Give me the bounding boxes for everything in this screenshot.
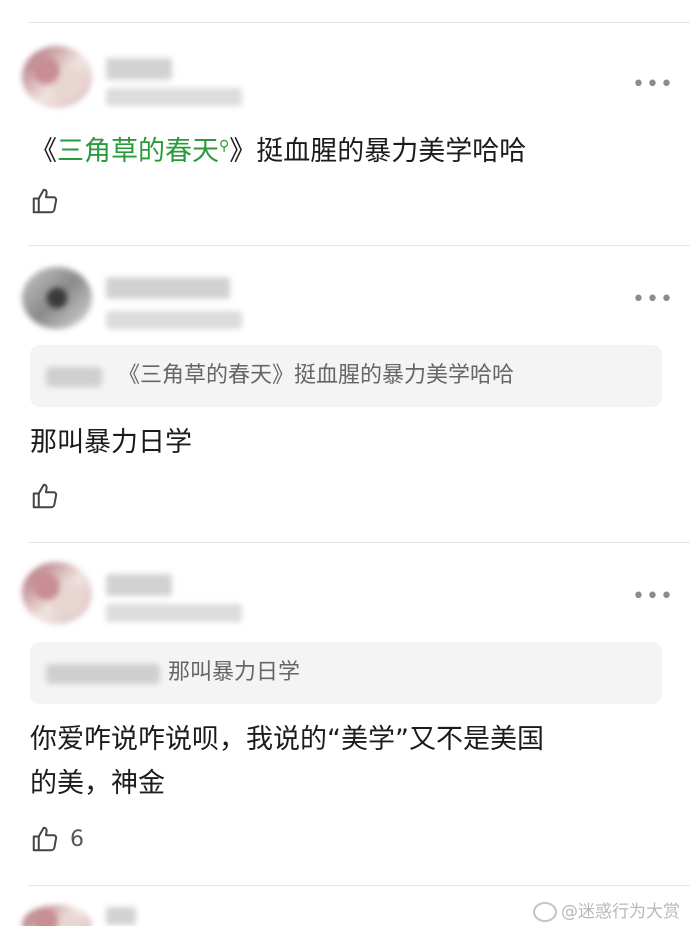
divider xyxy=(28,245,690,246)
thumbs-up-icon[interactable] xyxy=(30,481,60,511)
comment-text-line-2: 的美，神金 xyxy=(30,768,165,799)
weibo-icon xyxy=(533,902,557,922)
watermark: @迷惑行为大赏 xyxy=(533,897,680,922)
like-button[interactable] xyxy=(30,481,70,511)
divider xyxy=(28,885,690,886)
username-blurred[interactable] xyxy=(106,277,230,299)
comment-text-line-1: 你爱咋说咋说呗，我说的“美学”又不是美国 xyxy=(30,724,544,755)
comment-text: 《三角草的春天⚲》挺血腥的暴力美学哈哈 xyxy=(30,124,526,174)
thumbs-up-icon[interactable] xyxy=(30,824,60,854)
quoted-text: 那叫暴力日学 xyxy=(168,660,301,685)
avatar[interactable] xyxy=(22,562,92,624)
avatar[interactable] xyxy=(22,905,92,926)
username-blurred[interactable] xyxy=(106,907,136,925)
search-link[interactable]: 三角草的春天⚲ xyxy=(57,136,229,167)
divider xyxy=(28,542,690,543)
watermark-text: @迷惑行为大赏 xyxy=(561,902,680,922)
more-dots-icon[interactable]: ••• xyxy=(632,74,673,96)
username-blurred[interactable] xyxy=(106,58,172,80)
quoted-username-blurred xyxy=(46,367,102,387)
quoted-reply[interactable]: 《三角草的春天》挺血腥的暴力美学哈哈 xyxy=(30,345,662,407)
comment-text-suffix: 》挺血腥的暴力美学哈哈 xyxy=(229,136,527,167)
like-button[interactable]: 6 xyxy=(30,824,84,854)
comment-text: 那叫暴力日学 xyxy=(30,427,192,458)
timestamp-blurred xyxy=(106,88,242,106)
avatar[interactable] xyxy=(22,46,92,108)
timestamp-blurred xyxy=(106,604,242,622)
search-link-label[interactable]: 三角草的春天 xyxy=(57,136,219,167)
divider xyxy=(28,22,690,23)
avatar[interactable] xyxy=(22,267,92,329)
more-dots-icon[interactable]: ••• xyxy=(632,586,673,608)
more-dots-icon[interactable]: ••• xyxy=(632,289,673,311)
timestamp-blurred xyxy=(106,311,242,329)
username-blurred[interactable] xyxy=(106,574,172,596)
quoted-reply[interactable]: 那叫暴力日学 xyxy=(30,642,662,704)
comment-text-prefix: 《 xyxy=(30,136,57,167)
like-count: 6 xyxy=(70,826,84,852)
thumbs-up-icon[interactable] xyxy=(30,186,60,216)
quoted-username-blurred xyxy=(46,664,160,684)
like-button[interactable] xyxy=(30,186,70,216)
search-icon[interactable]: ⚲ xyxy=(219,138,229,154)
quoted-text: 《三角草的春天》挺血腥的暴力美学哈哈 xyxy=(118,363,515,388)
comment-thread: ••• 《三角草的春天⚲》挺血腥的暴力美学哈哈 ••• 《三角草的春天》挺血腥的… xyxy=(0,0,690,926)
